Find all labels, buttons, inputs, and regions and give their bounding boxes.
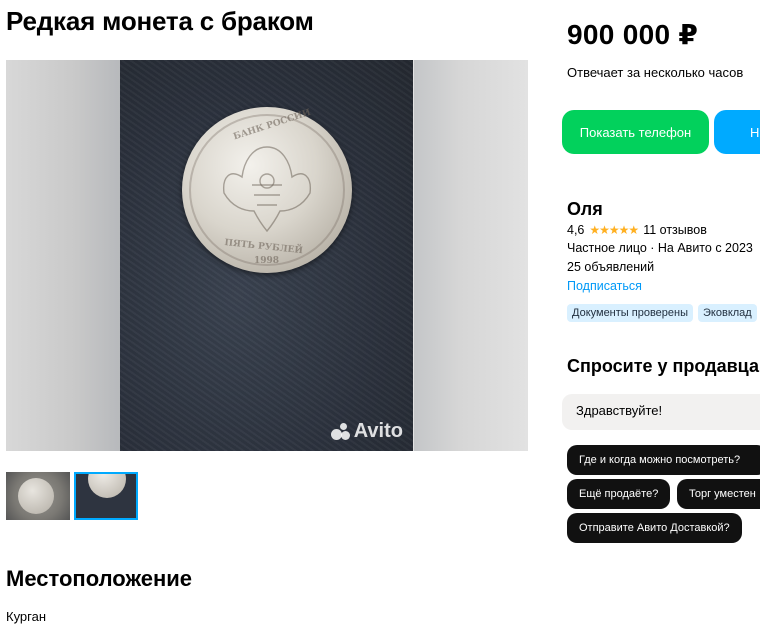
listing-title: Редкая монета с браком [6,6,314,36]
main-photo[interactable]: БАНК РОССИИ ПЯТЬ РУБЛЕЙ 1998 Avito [120,60,413,451]
avito-logo-icon [330,422,351,441]
gallery-blur-left [6,60,120,451]
seller-type: Частное лицо · На Авито с 2023 [567,241,753,255]
subscribe-link[interactable]: Подписаться [567,279,642,293]
show-phone-button[interactable]: Показать телефон [562,110,709,154]
svg-text:ПЯТЬ РУБЛЕЙ: ПЯТЬ РУБЛЕЙ [224,235,304,256]
svg-text:1998: 1998 [254,256,279,266]
avito-watermark: Avito [330,420,403,443]
thumbnail-strip [6,472,138,520]
ask-seller-heading: Спросите у продавца [567,356,759,376]
rating-value: 4,6 [567,223,585,237]
seller-rating[interactable]: 4,6 ★★★★★ 11 отзывов [567,223,707,237]
quick-question-chip[interactable]: Торг уместен [677,479,760,509]
thumbnail-2[interactable] [74,472,138,520]
thumbnail-1[interactable] [6,472,70,520]
badge-documents-verified: Документы проверены [567,304,694,322]
rating-stars-icon: ★★★★★ [589,223,639,237]
location-value: Курган [6,609,47,624]
location-heading: Местоположение [6,566,193,591]
quick-question-chip[interactable]: Ещё продаёте? [567,479,671,509]
photo-gallery[interactable]: БАНК РОССИИ ПЯТЬ РУБЛЕЙ 1998 Avito [6,60,528,451]
gallery-blur-right [414,60,528,451]
seller-ads-count[interactable]: 25 объявлений [567,260,654,274]
coin-image: БАНК РОССИИ ПЯТЬ РУБЛЕЙ 1998 [182,107,352,273]
reviews-link[interactable]: 11 отзывов [643,223,707,237]
svg-text:БАНК РОССИИ: БАНК РОССИИ [232,108,312,143]
write-message-button[interactable]: Н [714,110,760,154]
quick-question-chip[interactable]: Где и когда можно посмотреть? [567,445,760,475]
seller-name[interactable]: Оля [567,199,603,220]
seller-badges: Документы проверены Эковклад [567,304,757,322]
message-input[interactable]: Здравствуйте! [562,394,760,430]
price: 900 000 ₽ [567,19,699,50]
quick-question-chip[interactable]: Отправите Авито Доставкой? [567,513,742,543]
badge-eco-deposit: Эковклад [698,304,757,322]
reply-time: Отвечает за несколько часов [567,65,744,80]
